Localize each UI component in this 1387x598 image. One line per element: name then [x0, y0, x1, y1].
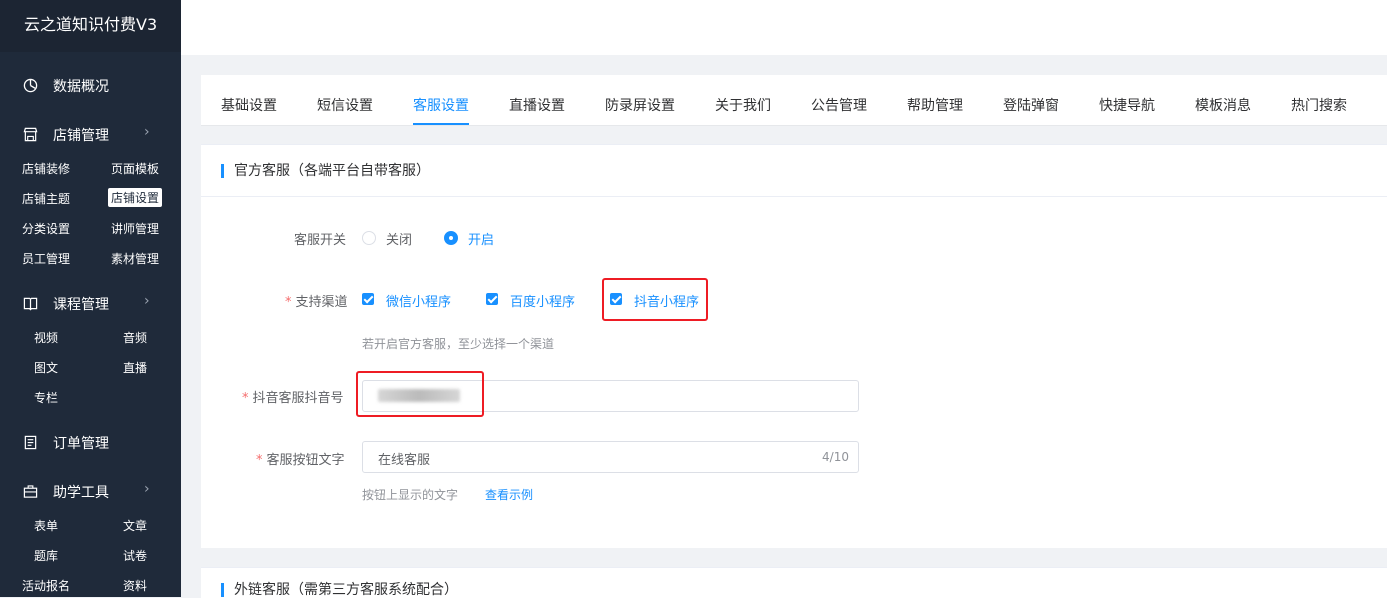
- nav-group-label: 课程管理: [53, 297, 109, 313]
- nav-group-data-overview[interactable]: 数据概况: [0, 70, 181, 102]
- douyin-account-label-text: 抖音客服抖音号: [252, 391, 344, 406]
- radio-on-label[interactable]: 开启: [468, 229, 494, 248]
- section-title: 外链客服（需第三方客服系统配合）: [221, 583, 458, 597]
- tab-login-popup[interactable]: 登陆弹窗: [1003, 95, 1059, 115]
- tab-help-management[interactable]: 帮助管理: [907, 95, 963, 115]
- checkbox-douyin-label[interactable]: 抖音小程序: [634, 291, 699, 310]
- tab-live-settings[interactable]: 直播设置: [509, 95, 565, 115]
- nav-group-label: 店铺管理: [53, 128, 109, 144]
- order-icon: [24, 435, 37, 450]
- tab-basic-settings[interactable]: 基础设置: [221, 95, 277, 115]
- button-text-hint: 按钮上显示的文字: [362, 488, 459, 502]
- pie-chart-icon: [23, 78, 38, 93]
- active-tab-indicator: [413, 123, 469, 125]
- nav-group-label: 助学工具: [53, 485, 109, 501]
- settings-tabs: 基础设置 短信设置 客服设置 直播设置 防录屏设置 关于我们 公告管理 帮助管理…: [201, 75, 1387, 126]
- char-count: 4/10: [822, 450, 849, 464]
- chevron-right-icon: ›: [144, 481, 150, 497]
- book-icon: [23, 297, 38, 311]
- nav-group-shop[interactable]: 店铺管理 ›: [0, 119, 181, 151]
- required-mark: *: [242, 391, 249, 406]
- nav-group-course[interactable]: 课程管理 ›: [0, 288, 181, 320]
- sidebar: 云之道知识付费V3 数据概况 店铺管理 › 店铺装修 页面模板 店铺主题 店铺设…: [0, 0, 181, 597]
- sidebar-item-lecturer-management[interactable]: 讲师管理: [108, 219, 162, 238]
- channels-label: * 支持渠道: [285, 291, 348, 310]
- sidebar-item-question-bank[interactable]: 题库: [31, 546, 61, 565]
- sidebar-item-page-template[interactable]: 页面模板: [108, 159, 162, 178]
- required-mark: *: [285, 295, 292, 310]
- radio-on[interactable]: [444, 231, 458, 245]
- checkbox-douyin-miniprogram[interactable]: [610, 293, 622, 305]
- top-bar: [181, 0, 1387, 55]
- douyin-account-input[interactable]: [362, 380, 859, 412]
- nav-group-label: 数据概况: [53, 79, 109, 95]
- tab-customer-service-settings[interactable]: 客服设置: [413, 95, 469, 115]
- sidebar-item-live[interactable]: 直播: [120, 358, 150, 377]
- required-mark: *: [256, 453, 263, 468]
- sidebar-item-form[interactable]: 表单: [31, 516, 61, 535]
- sidebar-item-audio[interactable]: 音频: [120, 328, 150, 347]
- external-service-card: 外链客服（需第三方客服系统配合）: [201, 567, 1387, 598]
- channels-hint: 若开启官方客服，至少选择一个渠道: [362, 337, 555, 351]
- checkbox-baidu-miniprogram[interactable]: [486, 293, 498, 305]
- sidebar-item-shop-theme[interactable]: 店铺主题: [19, 189, 73, 208]
- toolbox-icon: [23, 485, 38, 498]
- button-text-value: 在线客服: [378, 453, 431, 468]
- tab-quick-navigation[interactable]: 快捷导航: [1099, 95, 1155, 115]
- tab-sms-settings[interactable]: 短信设置: [317, 95, 373, 115]
- chevron-right-icon: ›: [144, 293, 150, 309]
- radio-off-label[interactable]: 关闭: [386, 229, 412, 248]
- nav-group-order[interactable]: 订单管理: [0, 427, 181, 459]
- sidebar-item-column[interactable]: 专栏: [31, 388, 61, 407]
- checkbox-baidu-label[interactable]: 百度小程序: [510, 291, 575, 310]
- sidebar-item-post[interactable]: 文章: [120, 516, 150, 535]
- checkbox-wechat-label[interactable]: 微信小程序: [386, 291, 451, 310]
- sidebar-item-shop-settings[interactable]: 店铺设置: [108, 188, 163, 207]
- sidebar-item-material-management[interactable]: 素材管理: [108, 249, 162, 268]
- button-text-label-text: 客服按钮文字: [266, 453, 345, 468]
- sidebar-item-event-signup[interactable]: 活动报名: [19, 576, 73, 595]
- sidebar-item-exam-paper[interactable]: 试卷: [120, 546, 150, 565]
- tab-announcement-management[interactable]: 公告管理: [811, 95, 867, 115]
- section-title: 官方客服（各端平台自带客服）: [221, 164, 430, 178]
- tab-template-messages[interactable]: 模板消息: [1195, 95, 1251, 115]
- radio-off[interactable]: [362, 231, 376, 245]
- button-text-input[interactable]: 在线客服 4/10: [362, 441, 859, 473]
- sidebar-item-shop-decoration[interactable]: 店铺装修: [19, 159, 73, 178]
- sidebar-item-video[interactable]: 视频: [31, 328, 61, 347]
- service-switch-label: 客服开关: [294, 233, 347, 248]
- tab-about-us[interactable]: 关于我们: [715, 95, 771, 115]
- douyin-account-label: * 抖音客服抖音号: [242, 387, 344, 406]
- tab-anti-recording-settings[interactable]: 防录屏设置: [605, 95, 675, 115]
- button-text-label: * 客服按钮文字: [256, 449, 345, 468]
- redacted-value: [378, 389, 460, 402]
- channels-label-text: 支持渠道: [295, 295, 348, 310]
- shop-icon: [23, 127, 38, 142]
- app-title: 云之道知识付费V3: [0, 0, 181, 52]
- sidebar-item-article[interactable]: 图文: [31, 358, 61, 377]
- sidebar-item-category-settings[interactable]: 分类设置: [19, 219, 73, 238]
- tab-hot-search[interactable]: 热门搜索: [1291, 95, 1347, 115]
- chevron-right-icon: ›: [144, 124, 150, 140]
- nav-group-tools[interactable]: 助学工具 ›: [0, 476, 181, 508]
- checkbox-wechat-miniprogram[interactable]: [362, 293, 374, 305]
- sidebar-item-staff-management[interactable]: 员工管理: [19, 249, 73, 268]
- sidebar-item-materials[interactable]: 资料: [120, 576, 150, 595]
- view-example-link[interactable]: 查看示例: [485, 486, 533, 503]
- section-divider: [201, 196, 1387, 197]
- nav-group-label: 订单管理: [53, 436, 109, 452]
- official-service-card: 官方客服（各端平台自带客服） 客服开关 关闭 开启 * 支持渠道 微信小程序 百度…: [201, 144, 1387, 548]
